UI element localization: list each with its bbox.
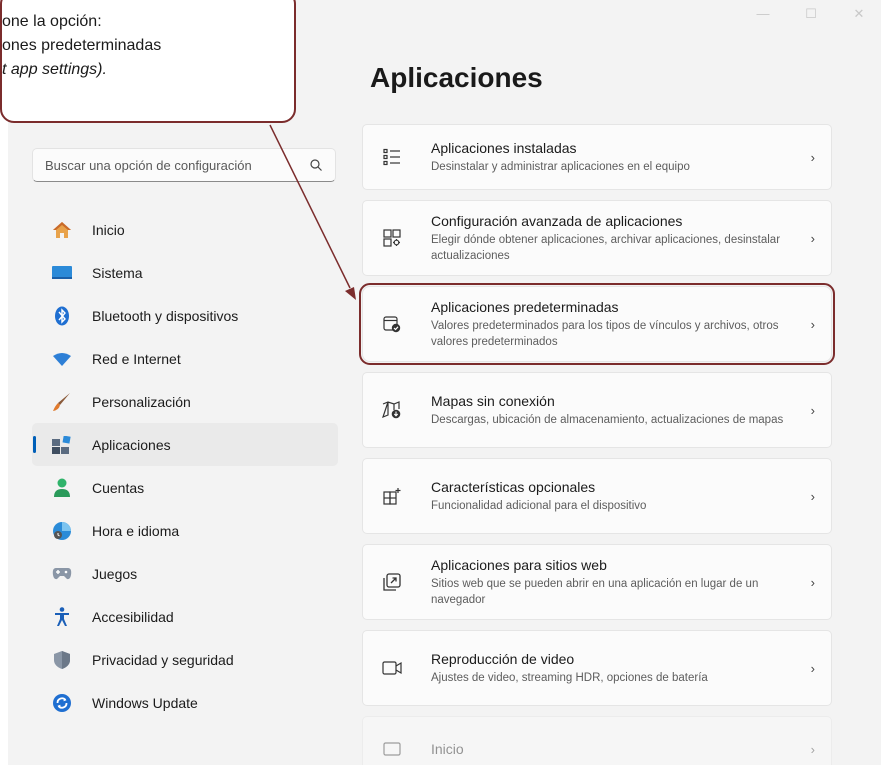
annotation-arrow [269, 124, 356, 300]
